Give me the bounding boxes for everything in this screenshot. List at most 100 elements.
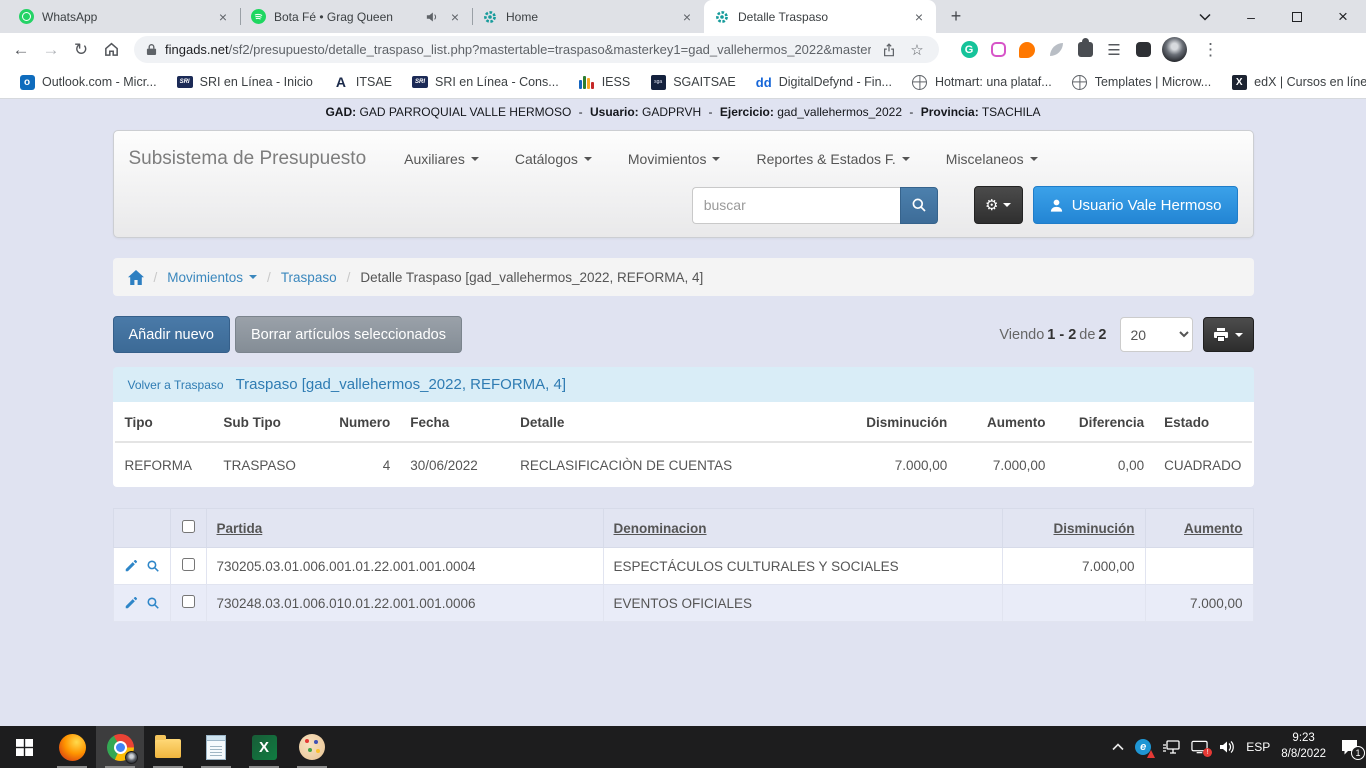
delete-selected-button[interactable]: Borrar artículos seleccionados [235, 316, 462, 353]
edit-pencil-icon[interactable] [124, 596, 138, 610]
cell-denominacion: ESPECTÁCULOS CULTURALES Y SOCIALES [603, 548, 1002, 585]
url-bar[interactable]: fingads.net/sf2/presupuesto/detalle_tras… [134, 36, 939, 63]
playlist-extension-icon[interactable]: ☰ [1104, 40, 1124, 60]
context-label: GAD: [325, 105, 356, 119]
view-magnifier-icon[interactable] [146, 559, 160, 573]
column-header-disminucion[interactable]: Disminución [1002, 509, 1145, 548]
back-icon[interactable]: ← [8, 37, 34, 63]
gear-icon: ⚙ [985, 196, 998, 214]
share-icon[interactable] [879, 40, 899, 60]
orange-extension-icon[interactable] [1017, 40, 1037, 60]
select-row-checkbox[interactable] [182, 595, 195, 608]
add-new-button[interactable]: Añadir nuevo [113, 316, 230, 353]
back-to-traspaso-link[interactable]: Volver a Traspaso [128, 378, 224, 392]
sri-favicon: SRI [412, 74, 428, 90]
close-icon[interactable]: × [678, 8, 696, 26]
pink-extension-icon[interactable] [988, 40, 1008, 60]
breadcrumb-home-icon[interactable] [128, 270, 144, 285]
bookmark-sri-consultas[interactable]: SRI SRI en Línea - Cons... [403, 71, 568, 93]
profile-avatar[interactable] [1162, 37, 1187, 62]
fingads-icon [714, 9, 730, 25]
page-content: GAD: GAD PARROQUIAL VALLE HERMOSO - Usua… [0, 99, 1366, 725]
bookmark-hotmart[interactable]: Hotmart: una plataf... [903, 71, 1061, 93]
column-header: Tipo [115, 402, 214, 442]
search-input[interactable] [692, 187, 900, 224]
context-label: Provincia: [921, 105, 979, 119]
bookmark-sgaitsae[interactable]: sga SGAITSAE [641, 71, 745, 93]
feather-extension-icon[interactable] [1046, 40, 1066, 60]
tray-chevron-up-icon[interactable] [1112, 743, 1124, 751]
taskbar-notepad[interactable] [192, 726, 240, 768]
volume-tray-icon[interactable] [1219, 740, 1235, 754]
notification-count-badge: 1 [1351, 746, 1365, 760]
tab-audio-icon[interactable] [426, 11, 438, 23]
browser-menu-icon[interactable]: ⋮ [1196, 40, 1225, 60]
display-alert-tray-icon[interactable]: ! [1191, 740, 1208, 754]
forward-icon[interactable]: → [38, 37, 64, 63]
fingads-icon [482, 9, 498, 25]
taskbar-excel[interactable]: X [240, 726, 288, 768]
bookmark-templates[interactable]: Templates | Microw... [1063, 71, 1220, 93]
bookmark-sri-inicio[interactable]: SRI SRI en Línea - Inicio [168, 71, 322, 93]
column-header-denominacion[interactable]: Denominacion [603, 509, 1002, 548]
close-window-button[interactable]: × [1320, 0, 1366, 33]
taskbar-chrome[interactable] [96, 726, 144, 768]
bookmark-star-icon[interactable]: ☆ [907, 40, 927, 60]
column-header-aumento[interactable]: Aumento [1145, 509, 1253, 548]
puzzle-extension-icon[interactable] [1075, 40, 1095, 60]
antivirus-tray-icon[interactable]: e [1135, 739, 1151, 755]
breadcrumb-movimientos[interactable]: Movimientos [167, 270, 257, 285]
master-table: Tipo Sub Tipo Numero Fecha Detalle Dismi… [115, 402, 1252, 487]
cell-diferencia: 0,00 [1055, 442, 1154, 487]
bookmark-itsae[interactable]: A ITSAE [324, 71, 401, 93]
new-tab-button[interactable]: + [942, 3, 970, 31]
edit-pencil-icon[interactable] [124, 559, 138, 573]
settings-button[interactable]: ⚙ [974, 186, 1023, 224]
bookmark-iess[interactable]: IESS [570, 71, 640, 93]
app-brand[interactable]: Subsistema de Presupuesto [129, 148, 367, 170]
print-button[interactable] [1203, 317, 1254, 352]
select-all-checkbox[interactable] [182, 520, 195, 533]
close-icon[interactable]: × [446, 8, 464, 26]
minimize-button[interactable]: – [1228, 0, 1274, 33]
search-button[interactable] [900, 187, 938, 224]
column-header-partida[interactable]: Partida [206, 509, 603, 548]
action-center-icon[interactable]: 1 [1341, 739, 1358, 755]
close-icon[interactable]: × [910, 8, 928, 26]
network-tray-icon[interactable] [1162, 740, 1180, 755]
close-icon[interactable]: × [214, 8, 232, 26]
maximize-button[interactable] [1274, 0, 1320, 33]
tab-spotify[interactable]: Bota Fé • Grag Queen × [240, 0, 472, 33]
menu-auxiliares[interactable]: Auxiliares [404, 151, 479, 167]
user-button[interactable]: Usuario Vale Hermoso [1033, 186, 1238, 224]
reload-icon[interactable]: ↻ [68, 37, 94, 63]
view-magnifier-icon[interactable] [146, 596, 160, 610]
menu-catalogos[interactable]: Catálogos [515, 151, 592, 167]
clock[interactable]: 9:23 8/8/2022 [1281, 731, 1326, 762]
taskbar-firefox[interactable] [48, 726, 96, 768]
cell-estado: CUADRADO [1154, 442, 1251, 487]
taskbar-paint[interactable] [288, 726, 336, 768]
bookmark-digitaldefynd[interactable]: dd DigitalDefynd - Fin... [747, 71, 901, 93]
page-size-select[interactable]: 20 [1120, 317, 1193, 352]
menu-miscelaneos[interactable]: Miscelaneos [946, 151, 1038, 167]
grammarly-extension-icon[interactable]: G [959, 40, 979, 60]
edx-favicon: X [1231, 74, 1247, 90]
menu-reportes[interactable]: Reportes & Estados F. [756, 151, 909, 167]
time: 9:23 [1292, 732, 1314, 744]
darkreader-extension-icon[interactable] [1133, 40, 1153, 60]
tab-search-chevron-icon[interactable] [1182, 0, 1228, 33]
taskbar-file-explorer[interactable] [144, 726, 192, 768]
bookmark-outlook[interactable]: o Outlook.com - Micr... [10, 71, 166, 93]
menu-movimientos[interactable]: Movimientos [628, 151, 721, 167]
breadcrumb-traspaso[interactable]: Traspaso [281, 270, 337, 285]
language-indicator[interactable]: ESP [1246, 740, 1270, 754]
tab-whatsapp[interactable]: WhatsApp × [8, 0, 240, 33]
outlook-favicon: o [19, 74, 35, 90]
select-row-checkbox[interactable] [182, 558, 195, 571]
start-button[interactable] [0, 726, 48, 768]
tab-home[interactable]: Home × [472, 0, 704, 33]
bookmark-edx[interactable]: X edX | Cursos en líne... [1222, 71, 1366, 93]
tab-detalle-traspaso[interactable]: Detalle Traspaso × [704, 0, 936, 33]
home-icon[interactable] [98, 37, 124, 63]
